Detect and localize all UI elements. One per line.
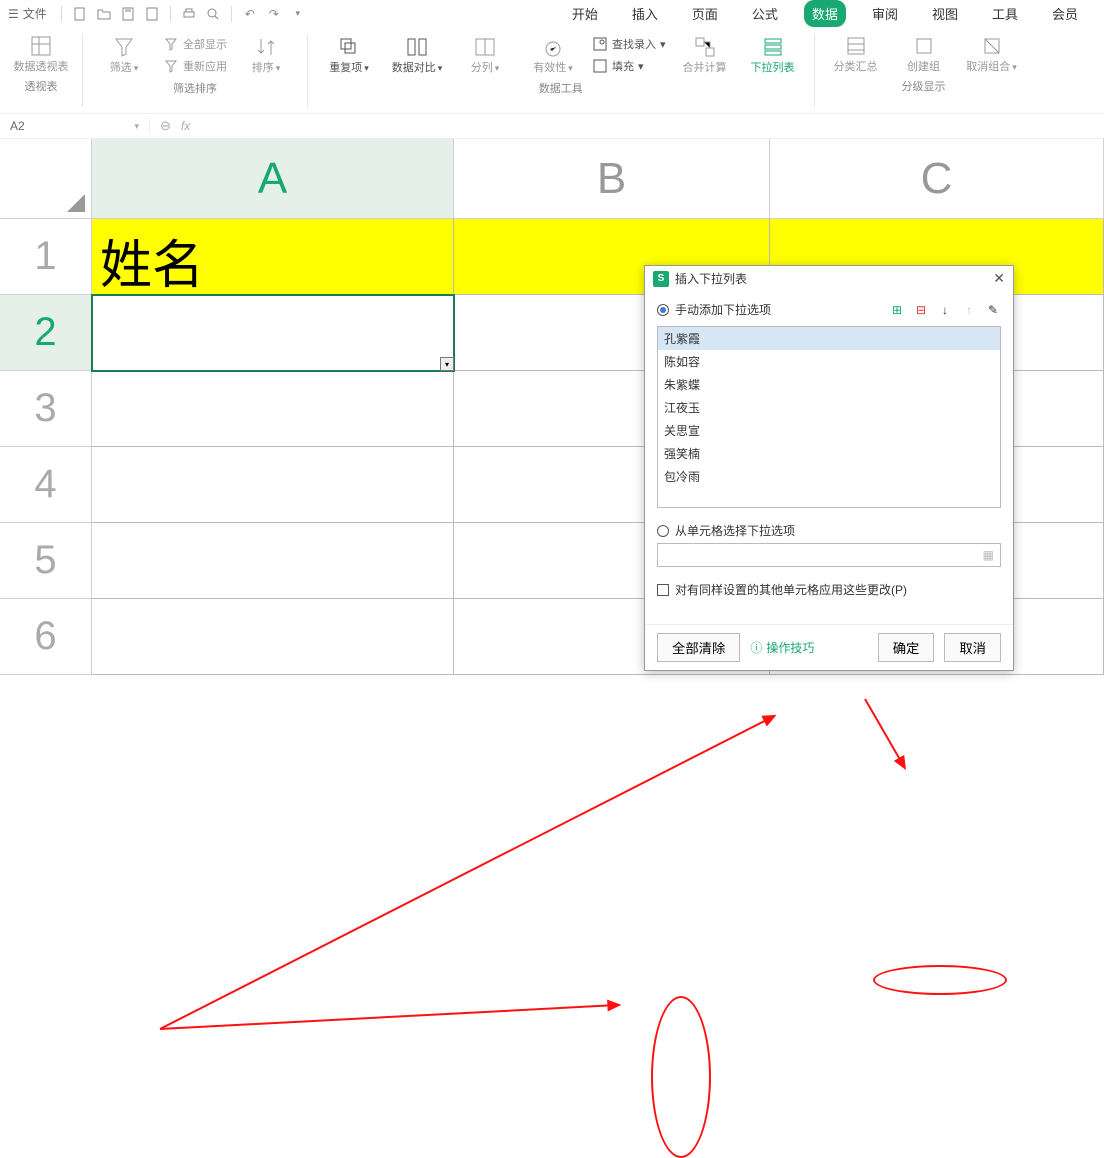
dup-button[interactable]: 重复项 xyxy=(320,35,378,75)
new-icon[interactable] xyxy=(71,5,89,23)
list-item[interactable]: 强笑楠 xyxy=(658,442,1000,465)
tab-start[interactable]: 开始 xyxy=(564,0,606,27)
filter-button[interactable]: 筛选 xyxy=(95,35,153,75)
cell-a4[interactable] xyxy=(92,447,454,523)
move-up-icon[interactable]: ↑ xyxy=(961,302,977,318)
row-header-3[interactable]: 3 xyxy=(0,371,92,447)
validity-button[interactable]: 有效性 xyxy=(524,35,582,75)
reapply[interactable]: 重新应用 xyxy=(163,56,227,76)
cell-a5[interactable] xyxy=(92,523,454,599)
add-item-icon[interactable]: ⊞ xyxy=(889,302,905,318)
main-tabs: 开始 插入 页面 公式 数据 审阅 视图 工具 会员 xyxy=(564,0,1096,27)
tab-data[interactable]: 数据 xyxy=(804,0,846,27)
cell-a6[interactable] xyxy=(92,599,454,675)
clear-all-button[interactable]: 全部清除 xyxy=(657,633,740,662)
dropdown-icon[interactable]: ▾ xyxy=(289,5,307,23)
list-item[interactable]: 包冷雨 xyxy=(658,465,1000,488)
tab-page[interactable]: 页面 xyxy=(684,0,726,27)
show-all[interactable]: 全部显示 xyxy=(163,34,227,54)
apply-same-label: 对有同样设置的其他单元格应用这些更改(P) xyxy=(675,581,907,598)
apply-same-checkbox[interactable] xyxy=(657,584,669,596)
fill-button[interactable]: 填充▾ xyxy=(592,56,666,76)
name-box[interactable]: A2▾ xyxy=(0,119,150,133)
group-label-filter: 筛选排序 xyxy=(173,80,217,96)
col-header-b[interactable]: B xyxy=(454,139,770,219)
range-input[interactable]: ▦ xyxy=(657,543,1001,567)
radio-range[interactable] xyxy=(657,525,669,537)
print-icon[interactable] xyxy=(180,5,198,23)
radio-range-label: 从单元格选择下拉选项 xyxy=(675,522,795,539)
select-all-corner[interactable] xyxy=(0,139,92,219)
preview-icon[interactable] xyxy=(204,5,222,23)
row-header-2[interactable]: 2 xyxy=(0,295,92,371)
edit-icon[interactable]: ✎ xyxy=(985,302,1001,318)
options-listbox[interactable]: 孔紫霞 陈如容 朱紫蝶 江夜玉 关思宣 强笑楠 包冷雨 xyxy=(657,326,1001,508)
move-down-icon[interactable]: ↓ xyxy=(937,302,953,318)
tips-link[interactable]: ⓘ 操作技巧 xyxy=(750,639,814,656)
pivot-button[interactable]: 数据透视表 xyxy=(12,34,70,74)
list-item[interactable]: 江夜玉 xyxy=(658,396,1000,419)
radio-manual-label: 手动添加下拉选项 xyxy=(675,301,771,318)
col-header-a[interactable]: A xyxy=(92,139,454,219)
annotation-circle xyxy=(873,965,1007,995)
cell-a1[interactable]: 姓名 xyxy=(92,219,454,295)
annotation-arrow xyxy=(160,715,776,1030)
tab-tools[interactable]: 工具 xyxy=(984,0,1026,27)
list-item[interactable]: 陈如容 xyxy=(658,350,1000,373)
tab-view[interactable]: 视图 xyxy=(924,0,966,27)
file-menu[interactable]: ☰ 文件 xyxy=(8,5,47,22)
row-header-1[interactable]: 1 xyxy=(0,219,92,295)
dropdown-handle[interactable]: ▾ xyxy=(440,357,454,371)
cancel-icon[interactable]: ⊖ xyxy=(160,118,171,134)
group-label-pivot: 透视表 xyxy=(25,78,58,94)
cell-a2[interactable]: ▾ xyxy=(92,295,454,371)
annotation-arrow xyxy=(160,1004,619,1030)
row-header-4[interactable]: 4 xyxy=(0,447,92,523)
close-icon[interactable]: ✕ xyxy=(993,270,1005,287)
merge-calc-button[interactable]: 合并计算 xyxy=(676,35,734,75)
subtotal-button[interactable]: 分类汇总 xyxy=(827,34,885,74)
tab-insert[interactable]: 插入 xyxy=(624,0,666,27)
annotation-circle xyxy=(651,996,711,1158)
dropdown-dialog: S 插入下拉列表 ✕ 手动添加下拉选项 ⊞ ⊟ ↓ ↑ ✎ 孔紫霞 陈如容 朱紫… xyxy=(644,265,1014,671)
col-header-c[interactable]: C xyxy=(770,139,1104,219)
save-icon[interactable] xyxy=(119,5,137,23)
group-label-datatools: 数据工具 xyxy=(539,80,583,96)
saveas-icon[interactable] xyxy=(143,5,161,23)
undo-icon[interactable]: ↶ xyxy=(241,5,259,23)
group-label-outline: 分级显示 xyxy=(902,78,946,94)
annotation-arrow xyxy=(864,699,906,769)
fx-icon[interactable]: fx xyxy=(181,119,190,133)
dropdown-list-button[interactable]: 下拉列表 xyxy=(744,35,802,75)
list-item[interactable]: 孔紫霞 xyxy=(658,327,1000,350)
find-input[interactable]: 查找录入▾ xyxy=(592,34,666,54)
dialog-title: 插入下拉列表 xyxy=(675,270,747,287)
radio-manual[interactable] xyxy=(657,304,669,316)
ungroup-button[interactable]: 取消组合 xyxy=(963,34,1021,74)
row-header-6[interactable]: 6 xyxy=(0,599,92,675)
group-create-button[interactable]: 创建组 xyxy=(895,34,953,74)
remove-item-icon[interactable]: ⊟ xyxy=(913,302,929,318)
cancel-button[interactable]: 取消 xyxy=(944,633,1001,662)
row-header-5[interactable]: 5 xyxy=(0,523,92,599)
sort-button[interactable]: 排序 xyxy=(237,35,295,75)
ok-button[interactable]: 确定 xyxy=(878,633,935,662)
split-button[interactable]: 分列 xyxy=(456,35,514,75)
list-item[interactable]: 朱紫蝶 xyxy=(658,373,1000,396)
compare-button[interactable]: 数据对比 xyxy=(388,35,446,75)
redo-icon[interactable]: ↷ xyxy=(265,5,283,23)
tab-formula[interactable]: 公式 xyxy=(744,0,786,27)
open-icon[interactable] xyxy=(95,5,113,23)
list-item[interactable]: 关思宣 xyxy=(658,419,1000,442)
tab-review[interactable]: 审阅 xyxy=(864,0,906,27)
tab-member[interactable]: 会员 xyxy=(1044,0,1086,27)
dialog-logo-icon: S xyxy=(653,271,669,287)
cell-a3[interactable] xyxy=(92,371,454,447)
